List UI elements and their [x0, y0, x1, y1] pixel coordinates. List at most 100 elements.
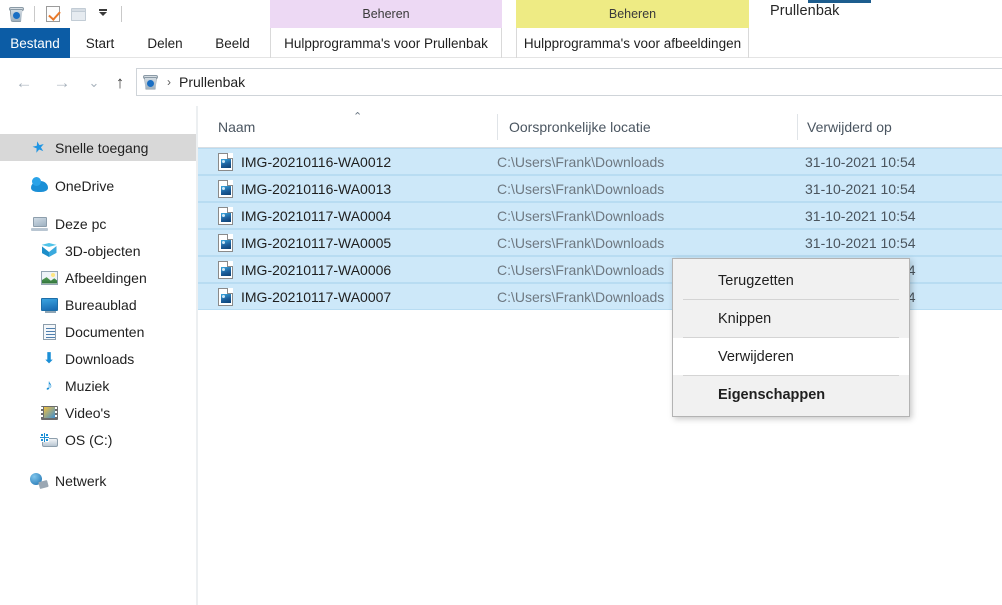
sidebar-item-label: 3D-objecten	[65, 242, 141, 259]
contextual-group-pictures: Beheren	[516, 0, 749, 28]
document-icon	[40, 323, 58, 341]
file-name-cell: IMG-20210117-WA0006	[218, 260, 392, 279]
context-menu-item-knippen[interactable]: Knippen	[673, 300, 909, 337]
file-name-cell: IMG-20210116-WA0012	[218, 152, 392, 171]
sidebar-item-downloads[interactable]: ⬇ Downloads	[0, 345, 196, 372]
music-note-icon: ♪	[45, 377, 53, 394]
address-input[interactable]: › Prullenbak	[136, 68, 1002, 96]
context-menu-item-eigenschappen[interactable]: Eigenschappen	[673, 376, 909, 413]
breadcrumb-current[interactable]: Prullenbak	[179, 74, 245, 90]
column-header-row: ⌃ Naam Oorspronkelijke locatie Verwijder…	[198, 106, 1002, 148]
tab-hulpprogrammas-afbeeldingen[interactable]: Hulpprogramma's voor afbeeldingen	[516, 28, 749, 58]
sidebar-item-videos[interactable]: Video's	[0, 399, 196, 426]
toolbar-divider	[34, 6, 35, 22]
folder-icon[interactable]	[67, 3, 89, 25]
quick-access-toolbar	[0, 0, 126, 28]
file-name-cell: IMG-20210117-WA0004	[218, 206, 392, 225]
file-name-label: IMG-20210117-WA0004	[241, 207, 392, 224]
sidebar-item-documenten[interactable]: Documenten	[0, 318, 196, 345]
column-divider-1[interactable]	[497, 114, 498, 140]
sidebar-item-label: Snelle toegang	[55, 139, 149, 156]
breadcrumb-separator-icon: ›	[167, 75, 171, 89]
sidebar-item-label: Downloads	[65, 350, 135, 367]
file-explorer-window: Beheren Beheren Prullenbak Bestand Start…	[0, 0, 1002, 605]
properties-icon[interactable]	[42, 3, 64, 25]
file-deleted-label: 31-10-2021 10:54	[805, 180, 916, 197]
column-header-naam[interactable]: Naam	[218, 106, 493, 147]
file-name-label: IMG-20210117-WA0005	[241, 234, 392, 251]
column-header-verwijderd-op[interactable]: Verwijderd op	[807, 106, 1002, 147]
network-icon	[30, 472, 49, 490]
sidebar-item-label: OS (C:)	[65, 431, 113, 448]
forward-button[interactable]: →	[48, 69, 76, 95]
toolbar-divider-2	[121, 6, 122, 22]
recycle-bin-icon-address	[143, 74, 159, 91]
drive-icon	[40, 431, 58, 449]
file-name-label: IMG-20210116-WA0013	[241, 180, 392, 197]
sidebar-item-label: Muziek	[65, 377, 110, 394]
tab-start[interactable]: Start	[70, 28, 130, 58]
download-arrow-icon: ⬇	[42, 350, 56, 367]
sidebar-item-deze-pc[interactable]: Deze pc	[0, 210, 196, 237]
sidebar-item-snelle-toegang[interactable]: ★ Snelle toegang	[0, 134, 196, 161]
table-row[interactable]: IMG-20210117-WA0004 C:\Users\Frank\Downl…	[198, 202, 1002, 229]
title-bar: Beheren Beheren Prullenbak	[0, 0, 1002, 28]
file-location-label: C:\Users\Frank\Downloads	[497, 180, 665, 197]
image-file-icon	[218, 179, 233, 198]
file-location-label: C:\Users\Frank\Downloads	[497, 153, 665, 170]
file-name-cell: IMG-20210116-WA0013	[218, 179, 392, 198]
sidebar-item-os-c[interactable]: OS (C:)	[0, 426, 196, 453]
column-header-oorspronkelijke-locatie[interactable]: Oorspronkelijke locatie	[509, 106, 794, 147]
computer-icon	[30, 215, 48, 233]
tab-hulpprogrammas-prullenbak[interactable]: Hulpprogramma's voor Prullenbak	[270, 28, 502, 58]
up-button[interactable]: ↑	[106, 69, 134, 95]
table-row[interactable]: IMG-20210117-WA0005 C:\Users\Frank\Downl…	[198, 229, 1002, 256]
column-divider-2[interactable]	[797, 114, 798, 140]
star-icon: ★	[30, 137, 48, 158]
cube-icon	[40, 242, 58, 260]
pictures-icon	[40, 269, 58, 287]
file-location-label: C:\Users\Frank\Downloads	[497, 207, 665, 224]
sidebar-item-bureaublad[interactable]: Bureaublad	[0, 291, 196, 318]
sidebar-item-3d-objecten[interactable]: 3D-objecten	[0, 237, 196, 264]
sidebar-item-label: OneDrive	[55, 177, 115, 194]
file-deleted-label: 31-10-2021 10:54	[805, 234, 916, 251]
file-location-label: C:\Users\Frank\Downloads	[497, 261, 665, 278]
context-menu: Terugzetten Knippen Verwijderen Eigensch…	[672, 258, 910, 417]
file-name-label: IMG-20210116-WA0012	[241, 153, 392, 170]
sidebar-item-label: Documenten	[65, 323, 145, 340]
table-row[interactable]: IMG-20210116-WA0012 C:\Users\Frank\Downl…	[198, 148, 1002, 175]
navigation-pane: ★ Snelle toegang OneDrive Deze pc 3D-obj…	[0, 106, 197, 605]
file-name-label: IMG-20210117-WA0006	[241, 261, 392, 278]
file-deleted-label: 31-10-2021 10:54	[805, 207, 916, 224]
file-location-label: C:\Users\Frank\Downloads	[497, 234, 665, 251]
customize-chevron-icon[interactable]	[92, 3, 114, 25]
context-menu-item-terugzetten[interactable]: Terugzetten	[673, 262, 909, 299]
image-file-icon	[218, 287, 233, 306]
cloud-icon	[30, 177, 48, 195]
sidebar-item-label: Deze pc	[55, 215, 107, 232]
file-name-label: IMG-20210117-WA0007	[241, 288, 392, 305]
sidebar-item-label: Bureaublad	[65, 296, 137, 313]
context-menu-item-verwijderen[interactable]: Verwijderen	[673, 338, 909, 375]
contextual-group-recyclebin: Beheren	[270, 0, 502, 28]
sidebar-item-onedrive[interactable]: OneDrive	[0, 172, 196, 199]
sidebar-item-muziek[interactable]: ♪ Muziek	[0, 372, 196, 399]
back-button[interactable]: ←	[10, 69, 38, 95]
sidebar-item-netwerk[interactable]: Netwerk	[0, 467, 196, 494]
sidebar-item-label: Netwerk	[55, 472, 107, 489]
desktop-icon	[40, 296, 58, 314]
sidebar-item-label: Video's	[65, 404, 111, 421]
recent-locations-button[interactable]: ⌄	[80, 69, 108, 95]
sidebar-item-label: Afbeeldingen	[65, 269, 147, 286]
tab-bestand[interactable]: Bestand	[0, 28, 70, 58]
tab-beeld[interactable]: Beeld	[200, 28, 265, 58]
file-name-cell: IMG-20210117-WA0007	[218, 287, 392, 306]
tab-delen[interactable]: Delen	[134, 28, 196, 58]
file-deleted-label: 31-10-2021 10:54	[805, 153, 916, 170]
image-file-icon	[218, 206, 233, 225]
file-location-label: C:\Users\Frank\Downloads	[497, 288, 665, 305]
recycle-bin-icon[interactable]	[5, 3, 27, 25]
sidebar-item-afbeeldingen[interactable]: Afbeeldingen	[0, 264, 196, 291]
table-row[interactable]: IMG-20210116-WA0013 C:\Users\Frank\Downl…	[198, 175, 1002, 202]
